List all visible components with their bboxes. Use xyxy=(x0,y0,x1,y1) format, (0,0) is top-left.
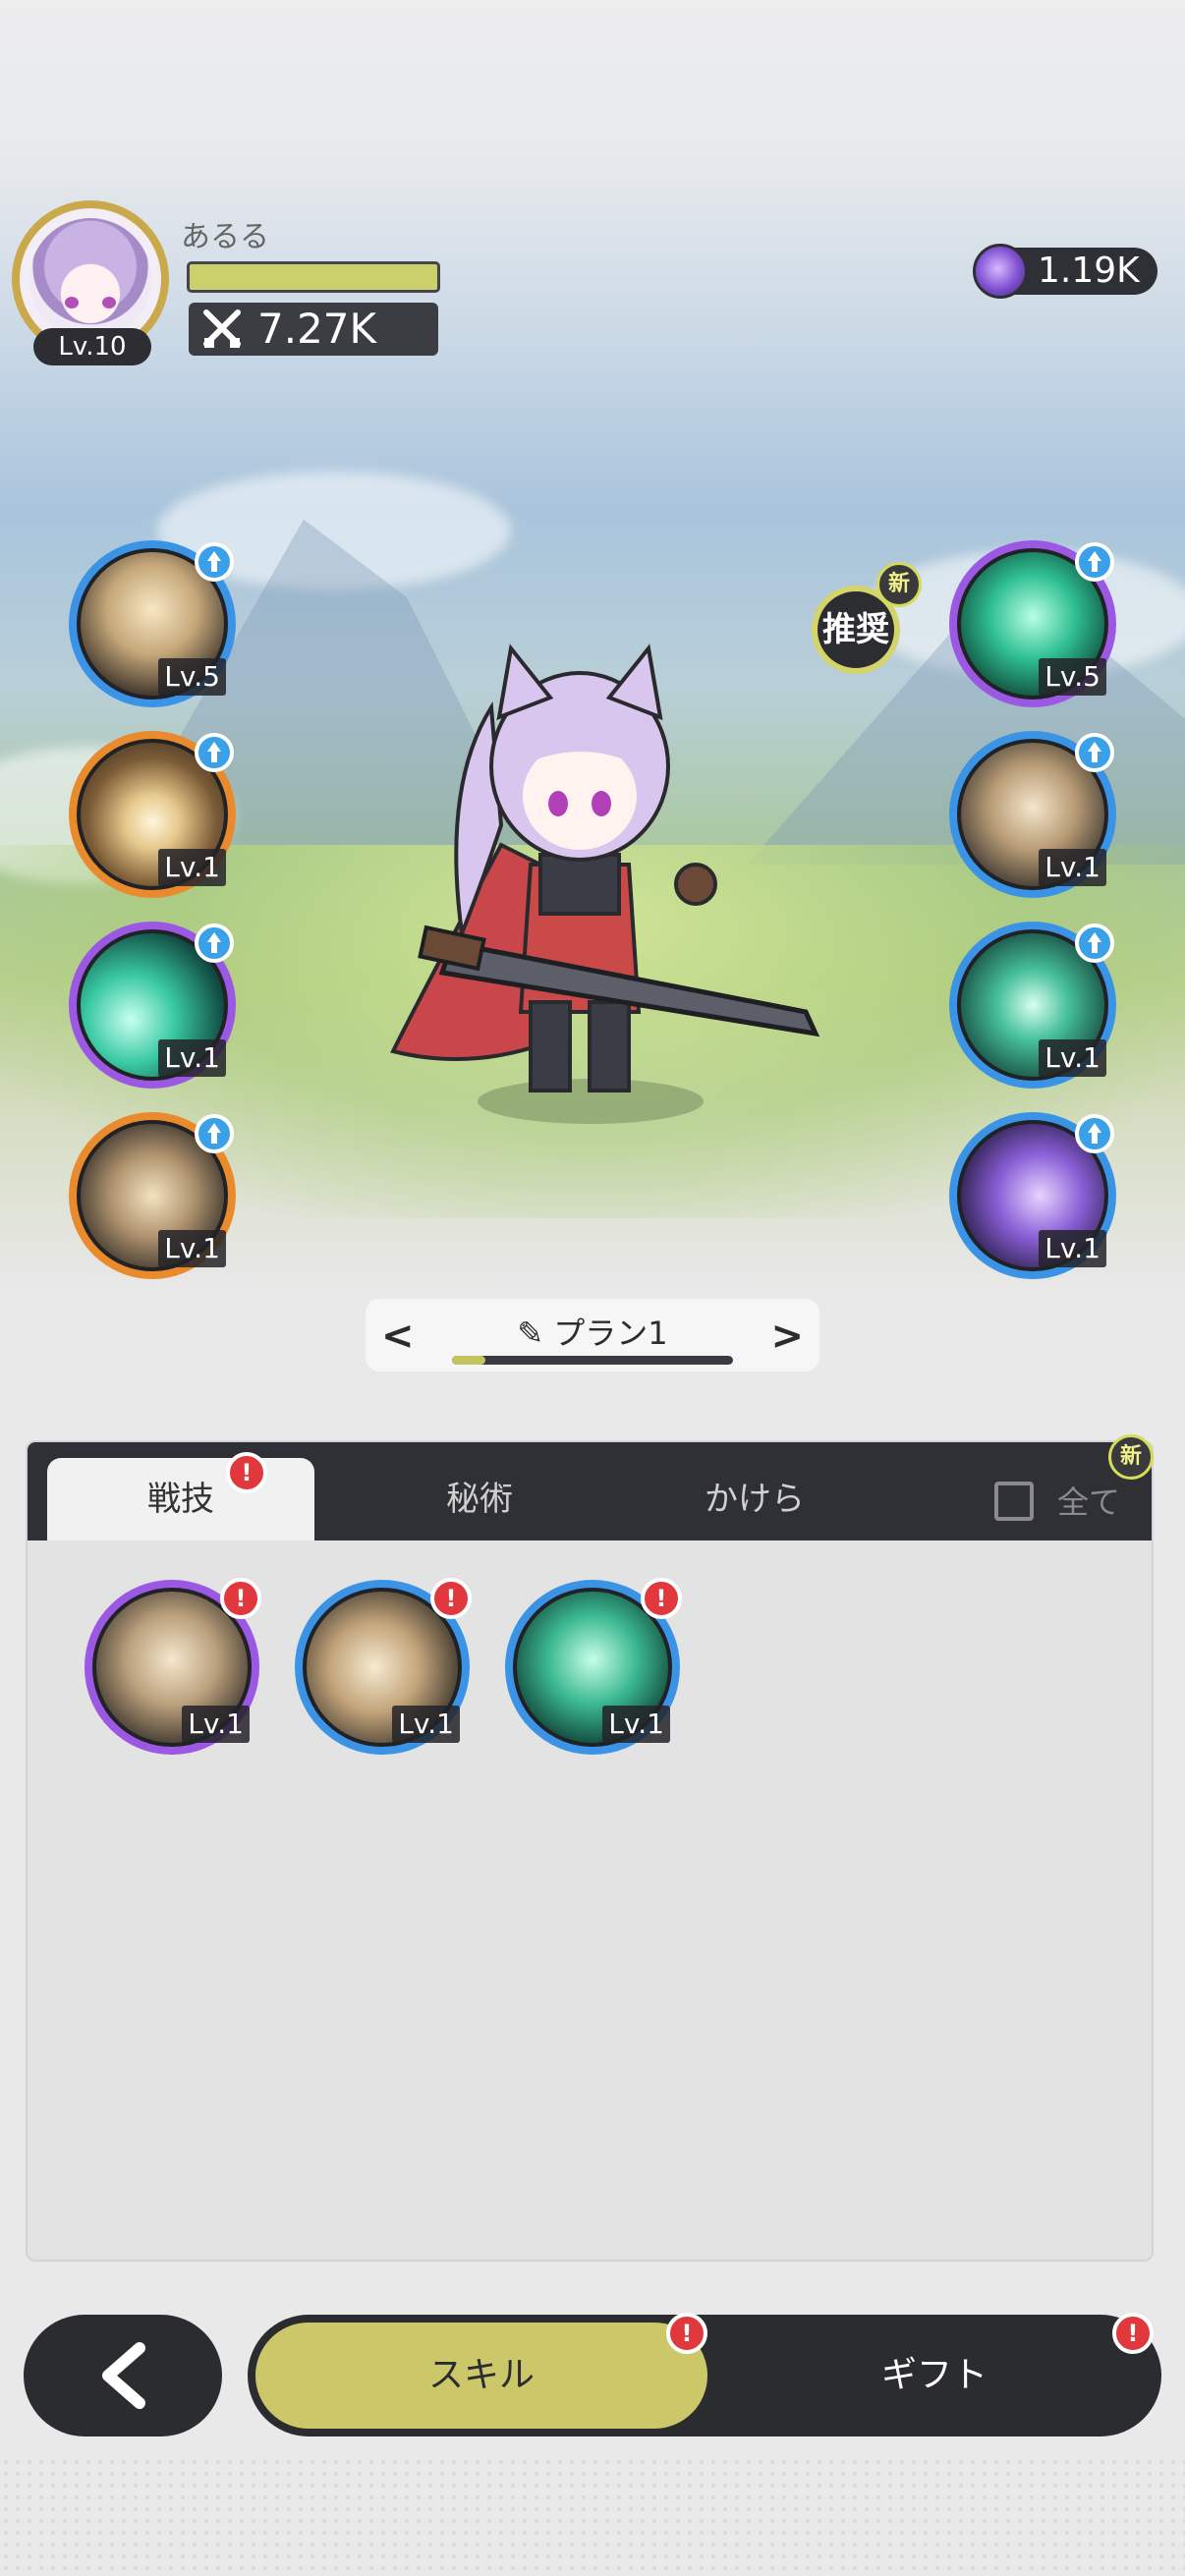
gift-tab-alert-badge: ! xyxy=(1112,2313,1154,2354)
skill-alert-badge: ! xyxy=(430,1578,472,1619)
player-name: あるる xyxy=(181,220,269,254)
plan-selector: < ✎ プラン1 > xyxy=(366,1299,819,1372)
skill-alert-badge: ! xyxy=(220,1578,261,1619)
slot-level: Lv.5 xyxy=(158,658,226,696)
slot-level: Lv.1 xyxy=(158,1230,226,1267)
bottom-texture xyxy=(0,2456,1185,2576)
plan-name: プラン1 xyxy=(553,1315,668,1352)
back-button[interactable] xyxy=(24,2315,222,2436)
tab-alert-badge: ! xyxy=(226,1452,267,1493)
new-badge: 新 xyxy=(1108,1434,1154,1480)
tab-arcana[interactable]: 秘術 xyxy=(352,1458,607,1540)
power-value: 7.27K xyxy=(257,305,377,353)
slot-level: Lv.1 xyxy=(1039,1230,1106,1267)
upgrade-arrow-icon xyxy=(1075,733,1114,772)
tab-bar: 戦技 秘術 かけら 全て xyxy=(28,1442,1152,1540)
player-level: Lv.10 xyxy=(33,328,151,365)
avatar-eye xyxy=(102,297,116,308)
tab-label: かけら xyxy=(705,1480,805,1519)
owned-skill-1[interactable]: Lv.1 ! xyxy=(85,1578,261,1755)
slot-level: Lv.1 xyxy=(158,1039,226,1077)
gift-tab-label: ギフト xyxy=(880,2355,988,2395)
plan-label-row[interactable]: ✎ プラン1 xyxy=(366,1309,819,1354)
skill-slot-left-1[interactable]: Lv.5 xyxy=(69,540,236,707)
upgrade-arrow-icon xyxy=(195,924,234,963)
skill-slot-right-1[interactable]: Lv.5 xyxy=(949,540,1116,707)
crossed-swords-icon xyxy=(203,309,241,348)
slot-level: Lv.1 xyxy=(158,849,226,886)
combat-power: 7.27K xyxy=(189,303,438,356)
skill-tab-alert-badge: ! xyxy=(666,2313,707,2354)
skill-tab-button[interactable]: スキル xyxy=(255,2315,707,2436)
tab-label: 秘術 xyxy=(446,1480,513,1519)
crystal-icon xyxy=(973,244,1028,299)
skill-slot-right-3[interactable]: Lv.1 xyxy=(949,922,1116,1089)
upgrade-arrow-icon xyxy=(1075,924,1114,963)
skill-inventory-panel: 戦技 秘術 かけら 全て ! 新 Lv.1 ! Lv.1 ! Lv.1 ! xyxy=(26,1434,1154,2262)
currency-value: 1.19K xyxy=(1038,251,1140,291)
tab-label: 戦技 xyxy=(147,1480,214,1519)
plan-progress-fill xyxy=(452,1356,486,1365)
upgrade-arrow-icon xyxy=(195,733,234,772)
next-plan-arrow-icon[interactable]: > xyxy=(770,1316,804,1356)
select-all-checkbox[interactable] xyxy=(994,1482,1034,1521)
skill-slot-left-4[interactable]: Lv.1 xyxy=(69,1112,236,1279)
pencil-icon: ✎ xyxy=(517,1315,544,1352)
currency-counter[interactable]: 1.19K xyxy=(973,244,1157,299)
avatar-portrait xyxy=(29,218,151,340)
skill-alert-badge: ! xyxy=(641,1578,682,1619)
select-all-label: 全て xyxy=(1057,1484,1121,1521)
slot-level: Lv.5 xyxy=(1039,658,1106,696)
upgrade-arrow-icon xyxy=(195,542,234,582)
upgrade-arrow-icon xyxy=(1075,1114,1114,1153)
skill-slot-left-2[interactable]: Lv.1 xyxy=(69,731,236,898)
upgrade-arrow-icon xyxy=(195,1114,234,1153)
skill-slot-right-4[interactable]: Lv.1 xyxy=(949,1112,1116,1279)
slot-level: Lv.1 xyxy=(392,1706,460,1743)
skill-slot-right-2[interactable]: Lv.1 xyxy=(949,731,1116,898)
slot-level: Lv.1 xyxy=(182,1706,250,1743)
avatar-eye xyxy=(65,297,79,308)
slot-level: Lv.1 xyxy=(1039,1039,1106,1077)
tab-fragments[interactable]: かけら xyxy=(627,1458,882,1540)
game-screen: { "header": { "player_name": "あるる", "lev… xyxy=(0,0,1185,2576)
slot-level: Lv.1 xyxy=(602,1706,670,1743)
character-sprite xyxy=(390,644,820,1092)
new-badge: 新 xyxy=(876,562,922,607)
plan-progress-bar xyxy=(452,1356,733,1365)
tab-battle-skills[interactable]: 戦技 xyxy=(47,1458,314,1540)
gift-tab-button[interactable]: ギフト xyxy=(707,2315,1161,2436)
owned-skill-3[interactable]: Lv.1 ! xyxy=(505,1578,682,1755)
skill-slot-left-3[interactable]: Lv.1 xyxy=(69,922,236,1089)
slot-level: Lv.1 xyxy=(1039,849,1106,886)
back-arrow-icon xyxy=(102,2342,145,2409)
owned-skill-2[interactable]: Lv.1 ! xyxy=(295,1578,472,1755)
upgrade-arrow-icon xyxy=(1075,542,1114,582)
skill-tab-label: スキル xyxy=(427,2355,535,2395)
hp-bar xyxy=(187,261,440,293)
